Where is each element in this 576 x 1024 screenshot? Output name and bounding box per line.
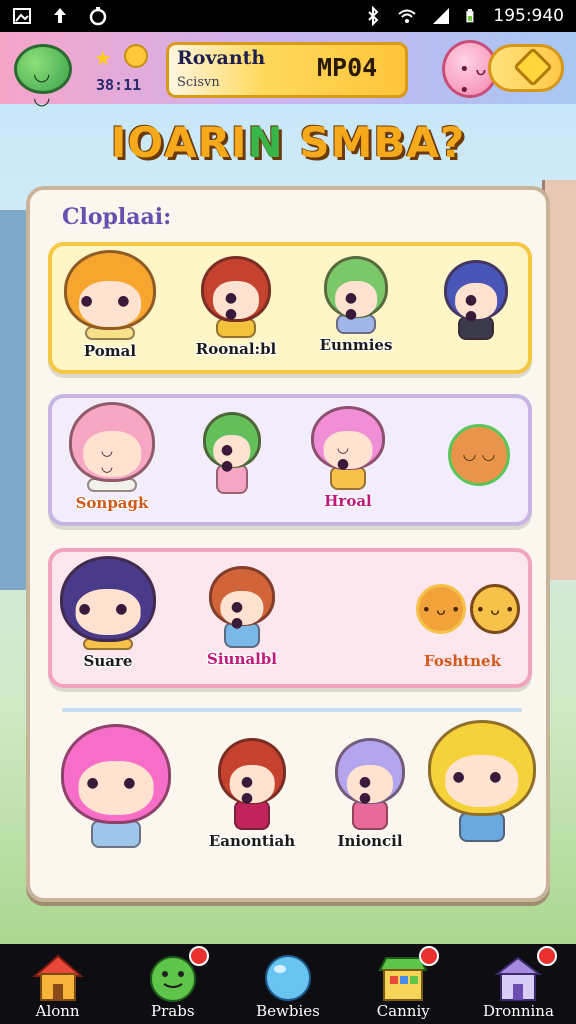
nav-label: Alonn — [35, 1002, 80, 1020]
character-name: Inioncil — [337, 832, 403, 850]
notification-badge — [536, 946, 557, 966]
game-header: ◡ ◡ ★ 38:11 Rovanth Scisvn MP04 • ᴗ • — [0, 32, 576, 109]
nav-label: Bewbies — [256, 1002, 320, 1020]
character-name: Pomal — [83, 342, 137, 360]
character-name: Suare — [83, 652, 133, 670]
status-bar: 195:940 — [0, 0, 576, 32]
character-card[interactable]: ● ● — [56, 724, 176, 850]
nav-castle[interactable]: Dronnina — [461, 944, 576, 1024]
character-card[interactable]: ● ● Suare — [58, 556, 158, 670]
character-head: ● ● — [60, 556, 156, 642]
character-head: ● ● — [444, 260, 508, 324]
character-head: ● ● — [203, 412, 261, 474]
character-head: ● ● — [61, 724, 171, 824]
lemon-face-icon: • ᴗ • — [475, 600, 515, 620]
character-head: ● ● — [335, 738, 405, 806]
character-head: ● ● — [64, 250, 156, 330]
stat-counter: 38:11 — [96, 76, 142, 94]
nav-friends[interactable]: Prabs — [115, 944, 230, 1024]
character-card[interactable]: ● ● — [426, 260, 526, 342]
orange-face-icon: • ᴗ • — [421, 600, 461, 620]
character-card[interactable]: ● ● Eunmies — [306, 256, 406, 354]
notification-badge — [188, 946, 209, 966]
character-head: ● ● — [324, 256, 388, 322]
gem-shop-button[interactable] — [488, 44, 564, 92]
character-row-4: ● ● ● ● Eanontiah ● ● Inioncil ● ● — [48, 708, 536, 890]
character-name: Eanontiah — [208, 832, 296, 850]
upload-icon — [54, 8, 66, 23]
nav-label: Canniy — [376, 1002, 430, 1020]
character-body — [459, 812, 505, 842]
battery-icon — [466, 9, 474, 23]
notification-badge — [419, 946, 440, 966]
sticker-face-icon: ◡ ◡ — [462, 443, 496, 463]
signal-icon — [433, 8, 450, 24]
character-name: Siunalbl — [207, 650, 277, 668]
character-card[interactable]: ● ● Eanontiah — [202, 738, 302, 850]
fruit-sticker[interactable]: • ᴗ • — [470, 584, 520, 634]
player-avatar[interactable]: ◡ ◡ — [14, 44, 72, 109]
game-title: ΙΟΑRΙN SMBA? — [0, 118, 576, 167]
character-panel: Cloplaai: ● ● Pomal ● ● Roonal:bl ● ● Eu… — [26, 186, 550, 902]
profile-panel[interactable]: Rovanth Scisvn MP04 — [166, 42, 408, 98]
character-name: Hroal — [324, 492, 372, 510]
character-row-1: ● ● Pomal ● ● Roonal:bl ● ● Eunmies ● ● — [48, 242, 532, 374]
bluetooth-icon — [368, 6, 379, 26]
nav-shop[interactable]: Canniy — [346, 944, 461, 1024]
currency-counter: MP04 — [317, 53, 378, 82]
character-row-3: ● ● Suare ● ● Siunalbl • ᴗ • • ᴗ • Fosht… — [48, 548, 532, 688]
star-icon: ★ — [94, 46, 112, 70]
character-name: Sonpagk — [75, 494, 149, 512]
character-card[interactable]: ● ● Inioncil — [320, 738, 420, 850]
panel-label: Cloplaai: — [62, 204, 172, 230]
character-head: ◡ ◡ — [69, 402, 155, 482]
profile-name: Rovanth — [177, 47, 266, 69]
nav-label: Prabs — [151, 1002, 195, 1020]
character-card[interactable]: ● ● — [182, 412, 282, 496]
wifi-icon — [398, 9, 417, 23]
bottom-navigation: Alonn Prabs Bewbies Canniy Dronnina — [0, 944, 576, 1024]
row-divider — [62, 708, 522, 712]
character-head: ● ● — [428, 720, 536, 816]
character-card[interactable]: ● ● Roonal:bl — [186, 256, 286, 358]
title-part-3: SMBA? — [283, 118, 466, 167]
character-name: Roonal:bl — [195, 340, 277, 358]
profile-subtitle: Scisvn — [177, 75, 220, 90]
gem-icon — [513, 47, 553, 87]
title-part-2: N — [247, 118, 284, 167]
character-name: Eunmies — [319, 336, 393, 354]
character-card[interactable]: ● ● — [422, 720, 542, 844]
nav-label: Dronnina — [482, 1002, 554, 1020]
image-icon — [13, 8, 31, 24]
nav-home[interactable]: Alonn — [0, 944, 115, 1024]
fruit-sticker[interactable]: • ᴗ • — [416, 584, 466, 634]
character-body — [91, 820, 141, 848]
character-card[interactable]: ◡ ● Hroal — [298, 406, 398, 510]
character-head: ● ● — [201, 256, 271, 322]
coin-icon — [124, 44, 148, 68]
character-card[interactable]: ● ● Pomal — [60, 250, 160, 360]
title-part-1: ΙΟΑRΙ — [110, 118, 248, 167]
sync-icon — [89, 7, 107, 26]
character-head: ● ● — [209, 566, 275, 631]
character-row-2: ◡ ◡ Sonpagk ● ● ◡ ● Hroal ◡ ◡ — [48, 394, 532, 526]
bubble-icon — [265, 955, 311, 1001]
sticker-name: Foshtnek — [424, 652, 501, 670]
house-icon — [31, 954, 84, 1001]
smile-icon: ◡ ◡ — [33, 61, 51, 109]
character-head: ◡ ● — [311, 406, 385, 472]
character-head: ● ● — [218, 738, 286, 806]
character-card[interactable]: ● ● Siunalbl — [192, 566, 292, 668]
character-card[interactable]: ◡ ◡ Sonpagk — [62, 402, 162, 512]
character-sticker[interactable]: ◡ ◡ — [448, 424, 510, 486]
clock-time: 195:940 — [493, 6, 564, 26]
nav-bubbles[interactable]: Bewbies — [230, 944, 345, 1024]
